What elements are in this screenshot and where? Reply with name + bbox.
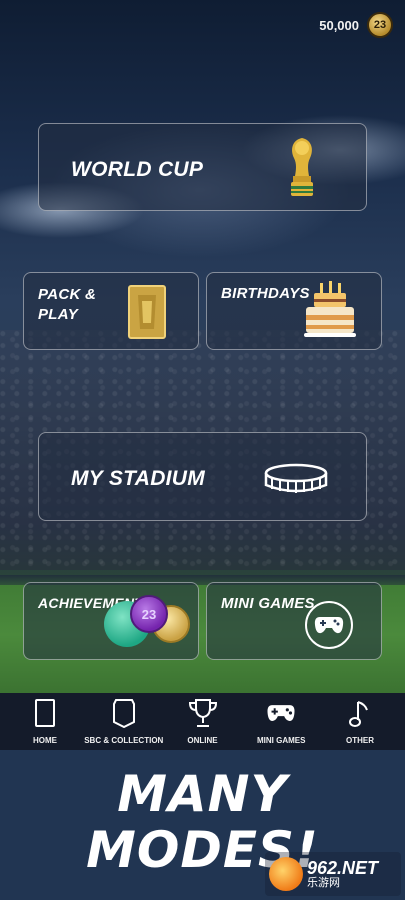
pack-and-play-tile[interactable]: PACK & PLAY: [23, 272, 199, 350]
card-icon: [30, 697, 60, 729]
stadium-icon: [264, 463, 328, 493]
nav-label-home: HOME: [33, 736, 57, 745]
birthdays-tile[interactable]: BIRTHDAYS: [206, 272, 382, 350]
pack-and-play-label: PACK & PLAY: [38, 286, 97, 323]
home-screen: 50,000 23 WORLD CUP PACK & PLAY BIRTHDAY…: [0, 0, 405, 750]
mini-games-gamepad-icon: [305, 601, 353, 649]
promo-line-1: MANY: [117, 765, 288, 823]
my-stadium-tile[interactable]: MY STADIUM: [38, 432, 367, 521]
nav-label-other: OTHER: [346, 736, 374, 745]
world-cup-trophy-icon: [291, 138, 313, 196]
player-pack-icon: [128, 285, 166, 339]
purple-badge-icon: 23: [130, 595, 168, 633]
nav-item-online[interactable]: ONLINE: [166, 693, 240, 750]
birthdays-label: BIRTHDAYS: [221, 285, 310, 302]
my-stadium-label: MY STADIUM: [71, 467, 206, 490]
mini-games-label: MINI GAMES: [221, 595, 315, 612]
bottom-nav-bar: HOME SBC & COLLECTION ONLINE MINI GAMES …: [0, 693, 405, 750]
nav-item-other[interactable]: OTHER: [323, 693, 397, 750]
trophy-icon: [188, 697, 218, 729]
watermark-text-group: 962.NET 乐游网: [307, 859, 378, 890]
nav-item-sbc-collection[interactable]: SBC & COLLECTION: [84, 693, 164, 750]
world-cup-label: WORLD CUP: [71, 158, 204, 181]
mini-games-tile[interactable]: MINI GAMES: [206, 582, 382, 660]
watermark-subtext: 乐游网: [307, 876, 340, 889]
coin-icon: 23: [367, 12, 393, 38]
watermark-logo-icon: [269, 857, 303, 891]
nav-label-mini-games: MINI GAMES: [257, 736, 306, 745]
shield-card-icon: [109, 697, 139, 729]
gamepad-icon: [266, 697, 296, 729]
music-note-icon: [345, 697, 375, 729]
coin-balance: 50,000 23: [319, 12, 393, 38]
nav-label-sbc-collection: SBC & COLLECTION: [84, 736, 164, 745]
world-cup-tile[interactable]: WORLD CUP: [38, 123, 367, 211]
nav-item-mini-games[interactable]: MINI GAMES: [244, 693, 318, 750]
watermark-text: 962.NET: [307, 857, 379, 878]
birthday-cake-icon: [304, 281, 356, 337]
site-watermark: 962.NET 乐游网: [265, 852, 401, 896]
achievements-tile[interactable]: ACHIEVEMENTS 23: [23, 582, 199, 660]
coin-amount: 50,000: [319, 17, 359, 33]
nav-item-home[interactable]: HOME: [8, 693, 82, 750]
nav-label-online: ONLINE: [187, 736, 218, 745]
